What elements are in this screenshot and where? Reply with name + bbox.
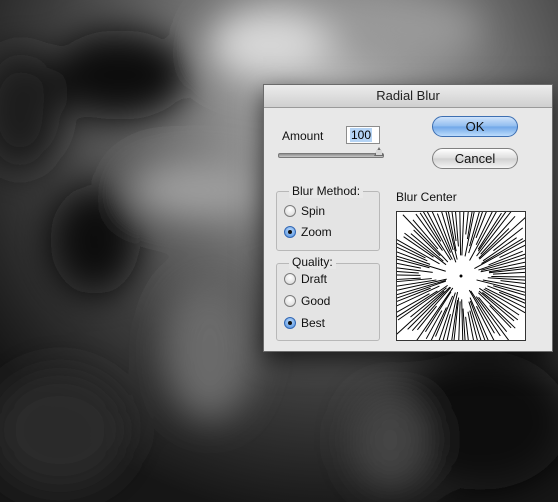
radio-spin-label: Spin — [301, 204, 326, 218]
cancel-button[interactable]: Cancel — [432, 148, 518, 169]
blur-center-point — [459, 274, 463, 278]
ok-button[interactable]: OK — [432, 116, 518, 137]
amount-label: Amount — [282, 129, 324, 143]
blur-streak — [483, 288, 525, 314]
blur-center-preview[interactable] — [396, 211, 526, 341]
radio-best-label: Best — [301, 316, 326, 330]
amount-value: 100 — [350, 128, 373, 142]
amount-input[interactable]: 100 — [346, 126, 380, 144]
radio-draft[interactable]: Draft — [284, 271, 327, 287]
blur-streak — [397, 274, 421, 276]
radio-spin[interactable]: Spin — [284, 203, 325, 219]
radio-icon — [284, 317, 296, 329]
blur-streak — [487, 277, 525, 281]
radio-zoom-label: Zoom — [301, 225, 332, 239]
blur-streak — [500, 280, 525, 284]
blur-streak — [475, 296, 510, 340]
blur-streak — [488, 268, 525, 274]
blur-streak — [469, 297, 489, 340]
radio-good[interactable]: Good — [284, 293, 330, 309]
blur-streak — [422, 212, 442, 242]
radial-blur-dialog: Radial Blur Amount 100 OK Cancel Blur Me… — [263, 84, 553, 352]
radio-icon — [284, 226, 296, 238]
amount-slider[interactable] — [278, 153, 384, 158]
blur-streak — [465, 316, 469, 340]
blur-streak — [492, 271, 525, 275]
blur-streak — [459, 212, 462, 256]
blur-streak — [397, 290, 438, 318]
blur-streak — [461, 212, 465, 256]
blur-center-label: Blur Center — [396, 190, 457, 204]
blur-streak — [416, 287, 454, 340]
slider-thumb-highlight — [376, 150, 382, 155]
radio-draft-label: Draft — [301, 272, 328, 286]
radio-icon — [284, 295, 296, 307]
blur-streak — [397, 267, 433, 273]
quality-title: Quality: — [289, 255, 336, 269]
radio-icon — [284, 273, 296, 285]
radio-best[interactable]: Best — [284, 315, 325, 331]
blur-streak — [461, 299, 464, 340]
blur-streak — [458, 301, 461, 340]
blur-streak — [455, 212, 459, 247]
blur-streak — [397, 246, 428, 262]
radio-zoom[interactable]: Zoom — [284, 224, 332, 240]
radio-good-label: Good — [301, 294, 331, 308]
blur-streak — [462, 308, 466, 340]
dialog-title: Radial Blur — [264, 85, 552, 108]
blur-method-title: Blur Method: — [289, 184, 364, 198]
blur-method-group — [276, 191, 380, 251]
radio-icon — [284, 205, 296, 217]
